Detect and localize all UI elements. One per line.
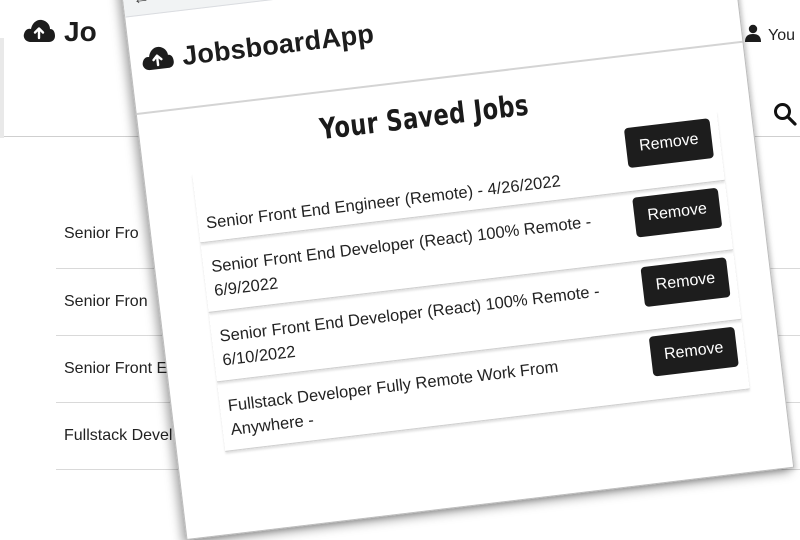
search-icon[interactable] (773, 102, 797, 131)
arrow-right-icon[interactable]: → (160, 0, 182, 5)
popup-browser-window: ← → ↻ JobsboardApp Your Saved Jobs Senio… (120, 0, 795, 540)
remove-button[interactable]: Remove (632, 187, 723, 238)
user-menu[interactable]: You (744, 24, 795, 47)
background-job-title: Senior Fron (64, 293, 148, 310)
background-job-title: Fullstack Devel (64, 427, 173, 444)
background-job-title: Senior Front E (64, 360, 168, 377)
cloud-upload-icon (139, 42, 176, 77)
arrow-left-icon[interactable]: ← (130, 0, 152, 9)
user-label: You (768, 26, 795, 44)
app-logo[interactable]: JobsboardApp (139, 18, 376, 77)
background-logo[interactable]: Jo (22, 16, 97, 48)
reload-icon[interactable]: ↻ (189, 0, 211, 2)
remove-button[interactable]: Remove (623, 118, 715, 169)
background-logo-text: Jo (64, 16, 97, 47)
cloud-upload-icon (22, 17, 56, 48)
app-name: JobsboardApp (180, 18, 376, 72)
user-icon (744, 24, 762, 47)
remove-button[interactable]: Remove (648, 326, 739, 377)
background-window-edge (0, 38, 4, 138)
background-job-title: Senior Fro (64, 225, 139, 242)
saved-jobs-list: Senior Front End Engineer (Remote) - 4/2… (192, 111, 750, 452)
remove-button[interactable]: Remove (640, 257, 731, 308)
